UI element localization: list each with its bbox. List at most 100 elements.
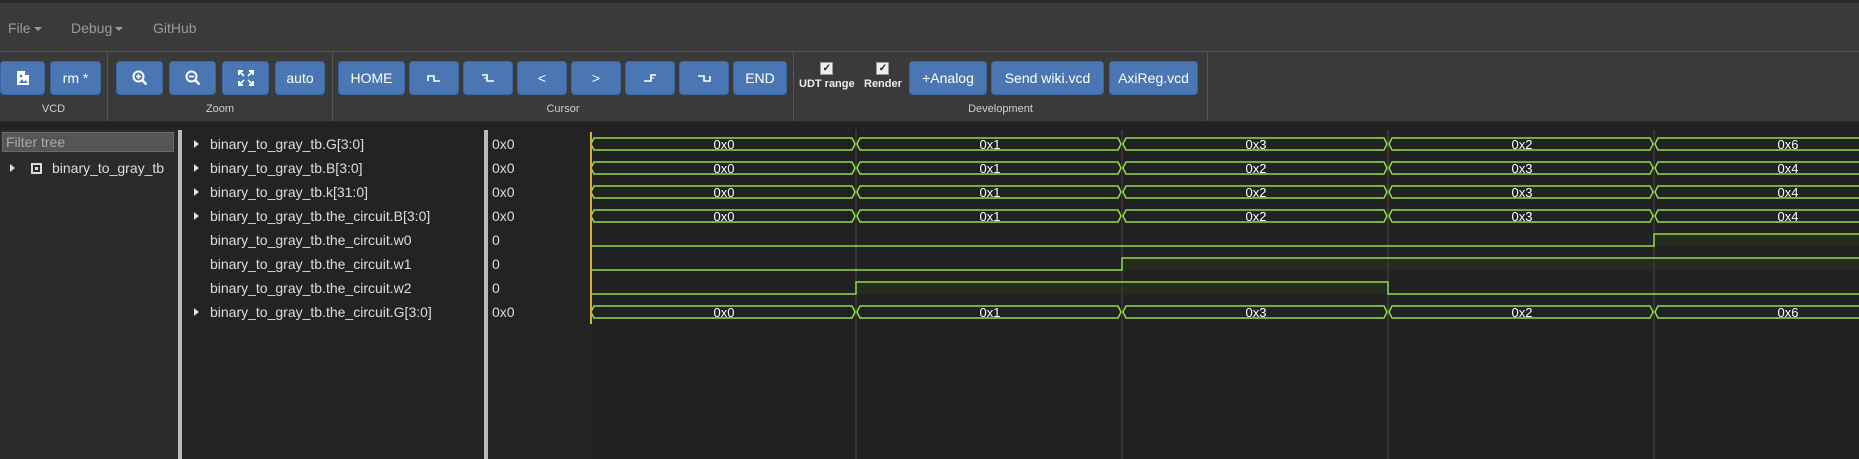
cursor-prev-change-button[interactable] [463,61,513,95]
signal-name: binary_to_gray_tb.the_circuit.w2 [210,280,412,296]
signal-row[interactable]: binary_to_gray_tb.the_circuit.w0 [183,228,412,252]
cursor-home-button[interactable]: HOME [338,61,405,95]
high-level-fill [1122,282,1388,294]
fullscreen-icon [237,70,254,86]
waveform-view[interactable]: 0x0 0x1 0x3 0x2 0x6 0x0 0x1 0x2 0x3 0x4 0x0 0x1 0x2 0… [590,130,1859,459]
udt-range-checkbox[interactable]: ✓ UDT range [799,62,855,90]
bus-value-label: 0x0 [714,209,735,224]
signal-name: binary_to_gray_tb.the_circuit.w0 [210,232,412,248]
zoom-auto-button[interactable]: auto [275,61,325,95]
module-chip-icon [31,162,42,174]
chevron-down-icon [33,27,42,32]
high-level-fill [1122,258,1388,270]
bus-segment [1654,137,1859,151]
expand-arrow-icon[interactable] [194,140,199,148]
expand-arrow-icon[interactable] [10,164,15,172]
menu-file-label: File [8,20,31,36]
udt-range-label: UDT range [799,78,855,90]
falling-edge-forward-icon [698,75,711,82]
bus-value-label: 0x0 [714,305,735,320]
filter-tree-input[interactable] [2,132,174,152]
send-wiki-vcd-button[interactable]: Send wiki.vcd [991,61,1104,95]
signal-name: binary_to_gray_tb.the_circuit.w1 [210,256,412,272]
signal-row[interactable]: binary_to_gray_tb.the_circuit.G[3:0] [183,300,432,324]
zoom-fit-button[interactable] [222,61,269,95]
menu-debug-label: Debug [71,20,113,36]
bus-value-label: 0x1 [980,185,1001,200]
signal-value: 0 [492,280,500,296]
expand-arrow-icon[interactable] [194,164,199,172]
bus-value-label: 0x3 [1246,305,1267,320]
bus-segment [1654,161,1859,175]
signal-values-panel: 0x0 0x0 0x0 0x0 0 0 0 0x0 [490,130,590,459]
hierarchy-tree-panel: binary_to_gray_tb [0,130,178,459]
signal-row[interactable]: binary_to_gray_tb.the_circuit.w1 [183,252,412,276]
signal-value: 0x0 [492,184,515,200]
open-file-button[interactable] [0,61,45,95]
signal-row[interactable]: binary_to_gray_tb.k[31:0] [183,180,368,204]
bus-value-label: 0x4 [1778,185,1799,200]
bus-value-label: 0x3 [1512,161,1533,176]
cursor-next-button[interactable]: > [571,61,621,95]
menu-debug[interactable]: Debug [71,20,124,36]
cursor-group: HOME < > END Cursor [333,52,794,121]
signal-row[interactable]: binary_to_gray_tb.the_circuit.w2 [183,276,412,300]
toolbar: rm * VCD auto Zoom HOME < > END Cursor ✓… [0,52,1859,122]
cursor-prev-button[interactable]: < [517,61,567,95]
cursor-end-button[interactable]: END [733,61,787,95]
bus-segment [1654,209,1859,223]
axireg-vcd-button[interactable]: AxiReg.vcd [1109,61,1198,95]
bus-value-label: 0x6 [1778,137,1799,152]
zoom-group: auto Zoom [108,52,333,121]
bus-value-label: 0x1 [980,161,1001,176]
high-level-fill [856,282,1122,294]
rising-edge-forward-icon [644,74,656,82]
signal-value: 0 [492,256,500,272]
signal-name: binary_to_gray_tb.G[3:0] [210,136,365,152]
rising-edge-back-icon [482,74,494,82]
names-splitter[interactable] [484,130,488,459]
signal-row[interactable]: binary_to_gray_tb.G[3:0] [183,132,364,156]
expand-arrow-icon[interactable] [194,212,199,220]
add-analog-button[interactable]: +Analog [909,61,987,95]
bus-value-label: 0x1 [980,209,1001,224]
bus-value-label: 0x2 [1246,185,1267,200]
bus-value-label: 0x2 [1246,209,1267,224]
signal-value: 0 [492,232,500,248]
signal-row[interactable]: binary_to_gray_tb.B[3:0] [183,156,363,180]
tree-node-label: binary_to_gray_tb [52,160,165,176]
expand-arrow-icon[interactable] [194,188,199,196]
tree-node-root[interactable]: binary_to_gray_tb [10,160,164,176]
menu-github[interactable]: GitHub [153,20,197,36]
file-image-icon [16,71,29,85]
bus-value-label: 0x1 [980,137,1001,152]
bus-value-label: 0x4 [1778,209,1799,224]
checkbox-checked-icon: ✓ [876,62,890,75]
cursor-prev-edge-button[interactable] [409,61,459,95]
high-level-fill [1654,234,1859,246]
bus-value-label: 0x0 [714,137,735,152]
cursor-next-change-button[interactable] [625,61,675,95]
signal-names-panel: binary_to_gray_tb.G[3:0] binary_to_gray_t… [183,130,483,459]
zoom-out-button[interactable] [169,61,216,95]
vcd-group: rm * VCD [0,52,108,121]
falling-edge-back-icon [427,75,440,82]
bus-value-label: 0x0 [714,161,735,176]
rm-all-button[interactable]: rm * [50,61,101,95]
group-label-zoom: Zoom [205,103,235,115]
tree-splitter[interactable] [178,130,182,459]
cursor-next-edge-button[interactable] [679,61,729,95]
bus-segment [1654,305,1859,319]
bus-value-label: 0x2 [1512,137,1533,152]
expand-arrow-icon[interactable] [194,308,199,316]
signal-value: 0x0 [492,208,515,224]
high-level-fill [1388,258,1654,270]
signal-row[interactable]: binary_to_gray_tb.the_circuit.B[3:0] [183,204,430,228]
menu-file[interactable]: File [8,20,42,36]
signal-value: 0x0 [492,304,515,320]
bus-value-label: 0x1 [980,305,1001,320]
checkbox-checked-icon: ✓ [820,62,834,75]
development-group: ✓ UDT range ✓ Render +Analog Send wiki.v… [794,52,1208,121]
zoom-in-button[interactable] [116,61,163,95]
render-checkbox[interactable]: ✓ Render [864,62,902,90]
